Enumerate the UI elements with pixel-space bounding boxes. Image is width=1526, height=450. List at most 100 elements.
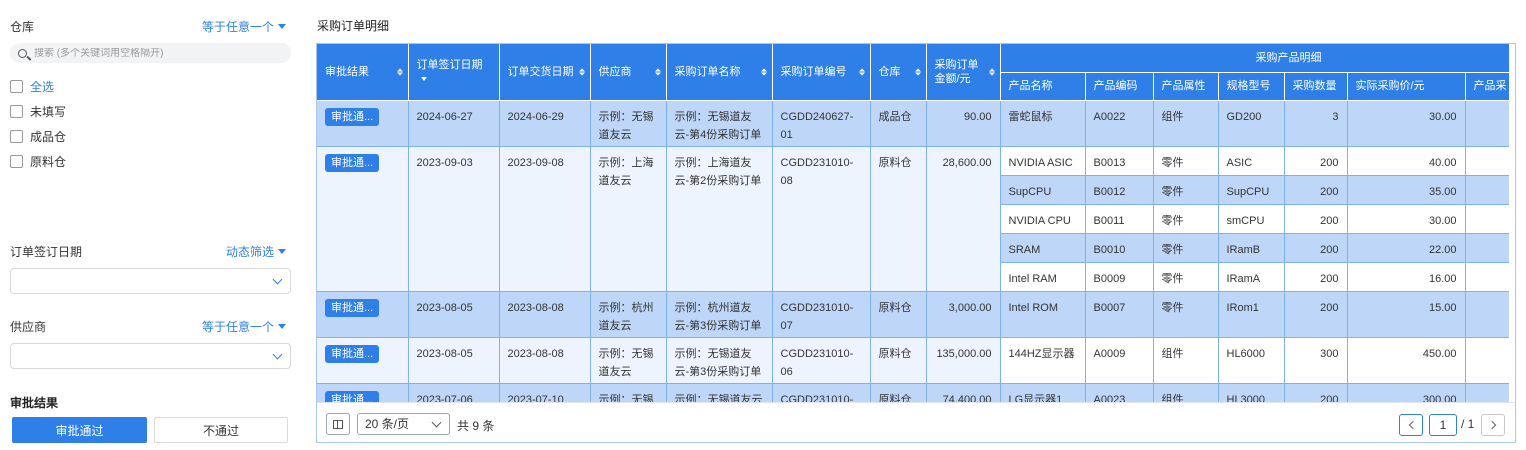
column-header-product-attr[interactable]: 产品属性 — [1153, 72, 1219, 101]
sign-date-filter-header: 订单签订日期 动态筛选 — [10, 241, 286, 261]
price-cell: 40.00 — [1347, 146, 1466, 176]
warehouse-cell: 原料仓 — [870, 337, 927, 384]
supplier-select[interactable] — [10, 343, 291, 369]
order-name-cell: 示例：无锡道友云-第3份采购订单 — [666, 337, 773, 384]
product-attr-cell: 组件 — [1153, 383, 1219, 403]
column-header-order-name[interactable]: 采购订单名称 — [666, 44, 773, 101]
table-row[interactable]: 审批通... 2023-08-05 2023-08-08 示例：无锡道友云 示例… — [317, 337, 1509, 384]
approval-status-badge[interactable]: 审批通... — [325, 153, 380, 172]
warehouse-search-box[interactable] — [10, 43, 291, 63]
product-attr-cell: 组件 — [1153, 100, 1219, 147]
column-header-supplier[interactable]: 供应商 — [590, 44, 667, 101]
column-group-product-detail: 采购产品明细 — [1000, 44, 1509, 73]
product-attr-cell: 零件 — [1153, 233, 1219, 263]
supplier-cell: 示例：无锡 — [590, 383, 667, 403]
sort-icon[interactable] — [578, 68, 585, 76]
more-cell — [1465, 291, 1509, 338]
product-attr-cell: 零件 — [1153, 175, 1219, 205]
more-cell — [1465, 100, 1509, 147]
spec-cell: ASIC — [1218, 146, 1285, 176]
warehouse-cell: 原料仓 — [870, 146, 927, 292]
product-name-cell: 144HZ显示器 — [1000, 337, 1086, 384]
chevron-down-icon — [272, 349, 283, 360]
approval-status-badge[interactable]: 审批通... — [325, 298, 380, 317]
table-row[interactable]: 审批通... 2023-07-06 2023-07-10 示例：无锡 示例：无锡… — [317, 383, 1509, 403]
checkbox-unfilled[interactable]: 未填写 — [10, 103, 66, 120]
spec-cell: IRom1 — [1218, 291, 1285, 338]
checkbox-raw-materials[interactable]: 原料仓 — [10, 153, 66, 170]
more-cell — [1465, 262, 1509, 292]
sign-date-filter-mode-dropdown[interactable]: 动态筛选 — [226, 243, 286, 260]
approval-pass-button[interactable]: 审批通过 — [12, 417, 147, 443]
checkbox-icon[interactable] — [10, 155, 23, 168]
checkbox-finished-goods[interactable]: 成品仓 — [10, 128, 66, 145]
table-row[interactable]: 审批通... 2023-09-03 2023-09-08 示例：上海道友云 示例… — [317, 146, 1509, 292]
price-cell: 22.00 — [1347, 233, 1466, 263]
sort-desc-icon[interactable] — [420, 76, 427, 81]
approval-fail-button[interactable]: 不通过 — [154, 417, 288, 443]
column-header-more[interactable]: 产品采 — [1465, 72, 1509, 101]
spec-cell: IRamA — [1218, 262, 1285, 292]
price-cell: 300.00 — [1347, 383, 1466, 403]
more-cell — [1465, 204, 1509, 234]
sort-icon[interactable] — [914, 68, 921, 76]
product-attr-cell: 零件 — [1153, 291, 1219, 338]
checkbox-icon[interactable] — [10, 130, 23, 143]
spec-cell: IRamB — [1218, 233, 1285, 263]
column-header-warehouse[interactable]: 仓库 — [870, 44, 927, 101]
sort-icon[interactable] — [654, 68, 661, 76]
warehouse-filter-mode-dropdown[interactable]: 等于任意一个 — [202, 18, 286, 35]
sign-date-cell: 2023-09-03 — [408, 146, 500, 292]
product-code-cell: A0023 — [1085, 383, 1154, 403]
table-row[interactable]: 审批通... 2024-06-27 2024-06-29 示例：无锡道友云 示例… — [317, 100, 1509, 147]
table-scroll-area[interactable]: 审批结果 订单签订日期 订单交货日期 供应商 采购订单名称 采购订单编号 仓库 … — [317, 44, 1509, 403]
column-header-sign-date[interactable]: 订单签订日期 — [408, 44, 500, 101]
sort-icon[interactable] — [760, 68, 767, 76]
sort-icon[interactable] — [396, 68, 403, 76]
product-code-cell: A0022 — [1085, 100, 1154, 147]
column-header-approval[interactable]: 审批结果 — [317, 44, 409, 101]
product-name-cell: Intel ROM — [1000, 291, 1086, 338]
filter-panel: 仓库 等于任意一个 全选 未填写 成品仓 原料仓 订单签订日期 动态筛选 供应商 — [0, 0, 300, 450]
order-name-cell: 示例：上海道友云-第2份采购订单 — [666, 146, 773, 292]
approval-status-badge[interactable]: 审批通... — [325, 107, 380, 126]
column-header-product-name[interactable]: 产品名称 — [1000, 72, 1086, 101]
column-header-order-no[interactable]: 采购订单编号 — [772, 44, 871, 101]
column-header-price[interactable]: 实际采购价/元 — [1347, 72, 1466, 101]
approval-status-badge[interactable]: 审批通... — [325, 344, 380, 363]
column-header-product-code[interactable]: 产品编码 — [1085, 72, 1154, 101]
sign-date-cell: 2023-08-05 — [408, 337, 500, 384]
total-pages: / 1 — [1461, 417, 1475, 431]
checkbox-icon[interactable] — [10, 80, 23, 93]
more-cell — [1465, 146, 1509, 176]
checkbox-select-all[interactable]: 全选 — [10, 78, 54, 95]
sign-date-cell: 2024-06-27 — [408, 100, 500, 147]
page-number-input[interactable]: 1 — [1429, 414, 1457, 436]
amount-cell: 135,000.00 — [926, 337, 1001, 384]
column-settings-button[interactable] — [326, 413, 350, 435]
prev-page-button[interactable] — [1399, 414, 1423, 436]
qty-cell: 3 — [1284, 100, 1348, 147]
column-header-qty[interactable]: 采购数量 — [1284, 72, 1348, 101]
sign-date-select[interactable] — [10, 268, 291, 294]
warehouse-cell: 成品仓 — [870, 100, 927, 147]
column-header-amount[interactable]: 采购订单金额/元 — [926, 44, 1001, 101]
column-header-delivery-date[interactable]: 订单交货日期 — [499, 44, 591, 101]
checkbox-icon[interactable] — [10, 105, 23, 118]
supplier-filter-mode-dropdown[interactable]: 等于任意一个 — [202, 318, 286, 335]
approval-cell: 审批通... — [317, 146, 409, 292]
column-header-spec[interactable]: 规格型号 — [1218, 72, 1285, 101]
table-row[interactable]: 审批通... 2023-08-05 2023-08-08 示例：杭州道友云 示例… — [317, 291, 1509, 338]
sort-icon[interactable] — [858, 68, 865, 76]
page-size-select[interactable]: 20 条/页 — [357, 413, 450, 435]
product-name-cell: NVIDIA CPU — [1000, 204, 1086, 234]
sort-icon[interactable] — [988, 68, 995, 76]
warehouse-search-input[interactable] — [34, 47, 274, 59]
next-page-button[interactable] — [1481, 414, 1505, 436]
order-no-cell: CGDD240627-01 — [772, 100, 871, 147]
product-name-cell: NVIDIA ASIC — [1000, 146, 1086, 176]
supplier-cell: 示例：上海道友云 — [590, 146, 667, 292]
chevron-right-icon — [1487, 420, 1496, 430]
product-code-cell: B0013 — [1085, 146, 1154, 176]
order-name-cell: 示例：无锡道友云-第4份采购订单 — [666, 100, 773, 147]
